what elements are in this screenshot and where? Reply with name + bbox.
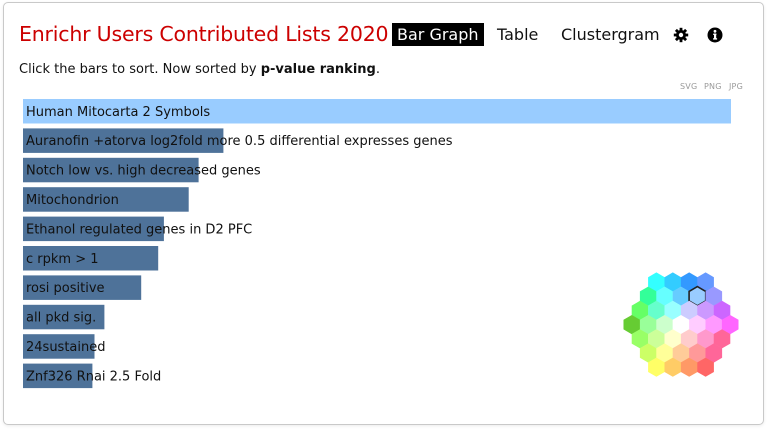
bar-row[interactable]: Human Mitocarta 2 Symbols [23, 99, 731, 124]
bar-row[interactable]: rosi positive [23, 275, 142, 300]
bar-label: rosi positive [26, 281, 105, 296]
bar-label: Human Mitocarta 2 Symbols [26, 105, 210, 120]
bar-row[interactable]: Znf326 Rnai 2.5 Fold [23, 363, 161, 389]
bar-label: c rpkm > 1 [26, 252, 99, 267]
bar-label: Ethanol regulated genes in D2 PFC [26, 222, 252, 237]
bar-row[interactable]: Ethanol regulated genes in D2 PFC [23, 216, 252, 242]
bar-label: Notch low vs. high decreased genes [26, 164, 261, 179]
bar-row[interactable]: Notch low vs. high decreased genes [23, 157, 261, 183]
bar-label: Auranofin +atorva log2fold more 0.5 diff… [26, 134, 453, 149]
color-hexagon-picker[interactable] [618, 272, 744, 390]
bar-row[interactable]: Auranofin +atorva log2fold more 0.5 diff… [23, 128, 453, 153]
bar-row[interactable]: 24sustained [23, 334, 106, 359]
bar-label: 24sustained [26, 340, 106, 355]
bar-row[interactable]: c rpkm > 1 [23, 246, 159, 271]
bar-label: Znf326 Rnai 2.5 Fold [26, 369, 161, 384]
bar-row[interactable]: Mitochondrion [23, 187, 189, 212]
bar-label: all pkd sig. [26, 311, 96, 326]
bar-label: Mitochondrion [26, 193, 119, 208]
bar-row[interactable]: all pkd sig. [23, 304, 105, 330]
